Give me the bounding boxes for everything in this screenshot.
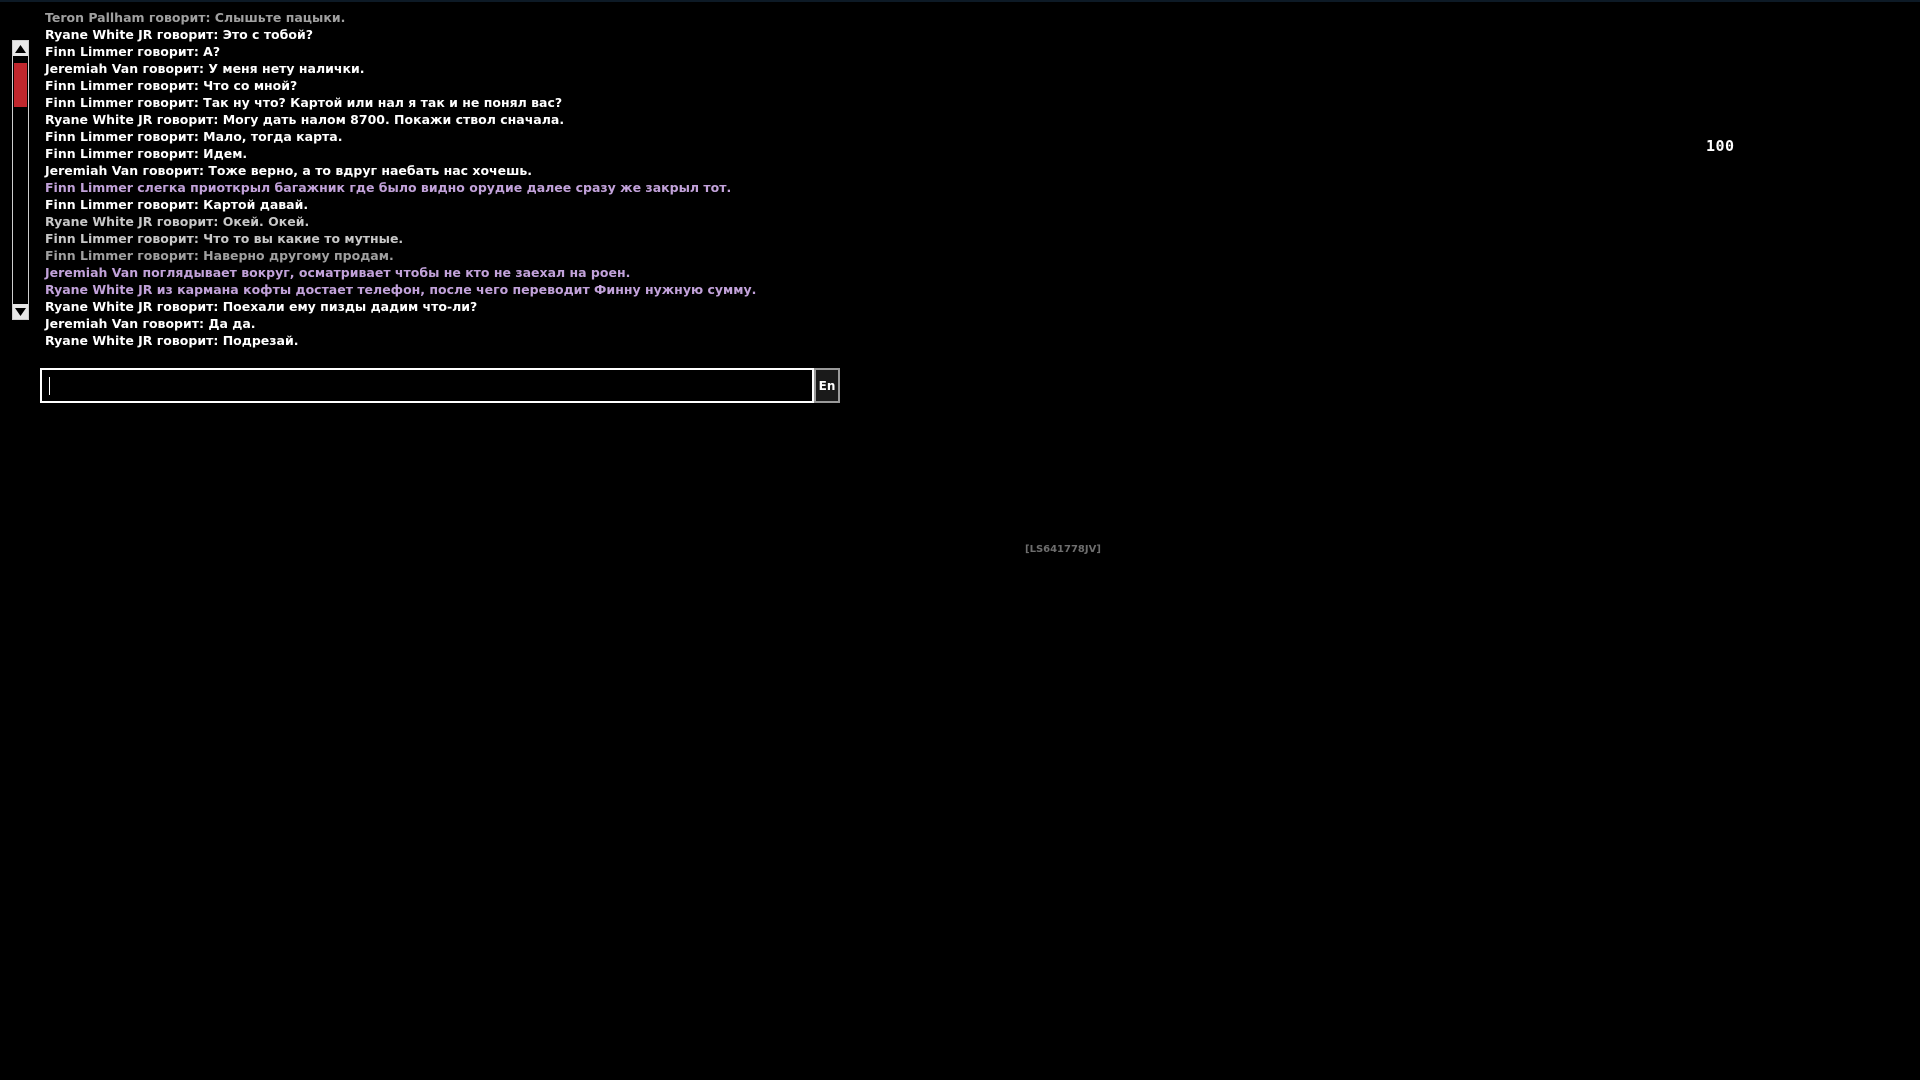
arrow-down-icon[interactable] xyxy=(13,304,28,319)
chat-message: Finn Limmer говорит: Наверно другому про… xyxy=(45,248,394,263)
chat-message: Ryane White JR говорит: Подрезай. xyxy=(45,333,299,348)
chat-log: Teron Pallham говорит: Слышьте пацыки. Ry… xyxy=(45,9,1045,349)
chat-message: Finn Limmer говорит: Идем. xyxy=(45,146,248,161)
chat-message: Finn Limmer слегка приоткрыл багажник гд… xyxy=(45,180,732,195)
fps-counter: 100 xyxy=(1706,137,1735,155)
chat-message: Jeremiah Van говорит: Тоже верно, а то в… xyxy=(45,163,533,178)
server-watermark: [LS641778JV] xyxy=(1025,544,1101,555)
chat-message: Ryane White JR говорит: Поехали ему пизд… xyxy=(45,299,478,314)
chat-message: Finn Limmer говорит: Мало, тогда карта. xyxy=(45,129,343,144)
chat-message: Finn Limmer говорит: А? xyxy=(45,44,221,59)
chat-message: Jeremiah Van говорит: У меня нету наличк… xyxy=(45,61,365,76)
input-language-indicator: En xyxy=(814,368,840,403)
text-caret xyxy=(49,377,50,395)
game-screen: Teron Pallham говорит: Слышьте пацыки. Ry… xyxy=(0,0,1920,1080)
chat-message: Finn Limmer говорит: Что со мной? xyxy=(45,78,298,93)
chat-scrollbar[interactable] xyxy=(12,40,29,320)
chat-message: Teron Pallham говорит: Слышьте пацыки. xyxy=(45,10,346,25)
chat-message: Ryane White JR говорит: Могу дать налом … xyxy=(45,112,565,127)
chat-message: Finn Limmer говорит: Так ну что? Картой … xyxy=(45,95,563,110)
chat-message: Jeremiah Van поглядывает вокруг, осматри… xyxy=(45,265,631,280)
chat-message: Finn Limmer говорит: Картой давай. xyxy=(45,197,309,212)
top-edge-strip xyxy=(0,0,1920,2)
chat-message: Jeremiah Van говорит: Да да. xyxy=(45,316,256,331)
chat-message: Ryane White JR говорит: Окей. Окей. xyxy=(45,214,310,229)
chat-input[interactable] xyxy=(40,368,814,403)
chat-message: Ryane White JR из кармана кофты достает … xyxy=(45,282,757,297)
chat-message: Finn Limmer говорит: Что то вы какие то … xyxy=(45,231,404,246)
arrow-up-icon[interactable] xyxy=(13,41,28,56)
chat-scroll-thumb[interactable] xyxy=(14,63,27,107)
chat-message: Ryane White JR говорит: Это с тобой? xyxy=(45,27,313,42)
